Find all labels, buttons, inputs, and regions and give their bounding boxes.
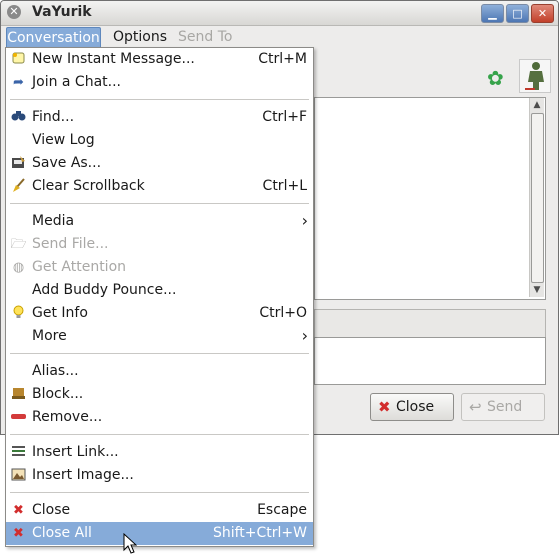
menu-item-insert-link[interactable]: Insert Link...: [6, 441, 313, 464]
lightbulb-icon: [10, 305, 27, 322]
menu-item-remove[interactable]: Remove...: [6, 406, 313, 429]
menu-item-new-instant-message[interactable]: New Instant Message... Ctrl+M: [6, 48, 313, 71]
menu-item-get-attention: ◍ Get Attention: [6, 256, 313, 279]
menu-item-find[interactable]: Find... Ctrl+F: [6, 106, 313, 129]
menu-separator: [10, 99, 309, 100]
attention-icon: ◍: [12, 260, 25, 275]
submenu-arrow-icon: ›: [301, 326, 308, 345]
menu-separator: [10, 434, 309, 435]
menu-item-add-buddy-pounce[interactable]: Add Buddy Pounce...: [6, 279, 313, 302]
remove-icon: [10, 409, 27, 426]
menubar: Conversation Options Send To: [1, 26, 558, 49]
close-button[interactable]: ✖ Close: [370, 393, 454, 421]
scroll-up-arrow-icon[interactable]: ▲: [530, 98, 544, 112]
window-menu-icon[interactable]: ✕: [7, 5, 21, 19]
menu-item-media[interactable]: Media ›: [6, 210, 313, 233]
conversation-menu: New Instant Message... Ctrl+M ➦ Join a C…: [5, 47, 314, 547]
message-entry[interactable]: [314, 337, 546, 385]
menu-item-close-all[interactable]: ✖ Close All Shift+Ctrl+W: [6, 522, 313, 545]
binoculars-icon: [10, 109, 27, 126]
history-scrollbar[interactable]: ▲ ▼: [529, 98, 544, 297]
menu-options[interactable]: Options: [107, 27, 173, 47]
submenu-arrow-icon: ›: [301, 211, 308, 230]
insert-link-icon: [10, 444, 27, 461]
menu-item-send-file: 🗁 Send File...: [10, 236, 109, 252]
minimize-button[interactable]: ▁: [481, 4, 504, 23]
menu-conversation[interactable]: Conversation: [6, 27, 101, 48]
message-history[interactable]: [314, 97, 546, 300]
maximize-button[interactable]: □: [506, 4, 529, 23]
menu-item-view-log[interactable]: View Log: [6, 129, 313, 152]
menu-item-close[interactable]: ✖ Close Escape: [6, 499, 313, 522]
broom-icon: [10, 178, 27, 195]
menu-item-more[interactable]: More ›: [6, 325, 313, 348]
close-x-icon: ✖: [378, 398, 391, 416]
mouse-cursor-icon: [123, 533, 137, 554]
status-flower-icon: ✿: [487, 66, 504, 90]
block-icon: [10, 386, 27, 403]
new-message-icon: [10, 51, 27, 68]
menu-item-save-as[interactable]: Save As...: [6, 152, 313, 175]
menu-send-to: Send To: [178, 29, 233, 45]
close-x-icon: ✖: [13, 503, 24, 518]
scroll-thumb[interactable]: [531, 113, 544, 283]
close-all-icon: ✖: [13, 526, 24, 541]
send-button: ↩ Send: [461, 393, 545, 421]
scroll-down-arrow-icon[interactable]: ▼: [530, 283, 544, 297]
insert-image-icon: [10, 467, 27, 484]
menu-item-get-info[interactable]: Get Info Ctrl+O: [6, 302, 313, 325]
save-as-icon: [10, 155, 27, 172]
send-arrow-icon: ↩: [469, 398, 482, 416]
menu-item-insert-image[interactable]: Insert Image...: [6, 464, 313, 487]
avatar[interactable]: [519, 59, 551, 93]
menu-item-join-chat[interactable]: ➦ Join a Chat...: [6, 71, 313, 94]
title-bar[interactable]: ✕ VaYurik ▁ □ ✕: [1, 1, 558, 26]
menu-item-block[interactable]: Block...: [6, 383, 313, 406]
menu-separator: [10, 203, 309, 204]
join-chat-icon: ➦: [13, 75, 24, 90]
menu-item-alias[interactable]: Alias...: [6, 360, 313, 383]
close-window-button[interactable]: ✕: [531, 4, 554, 23]
menu-separator: [10, 353, 309, 354]
menu-separator: [10, 492, 309, 493]
menu-item-clear-scrollback[interactable]: Clear Scrollback Ctrl+L: [6, 175, 313, 198]
format-toolbar: [314, 309, 546, 337]
send-file-icon: 🗁: [10, 237, 27, 252]
window-title: VaYurik: [32, 4, 92, 20]
